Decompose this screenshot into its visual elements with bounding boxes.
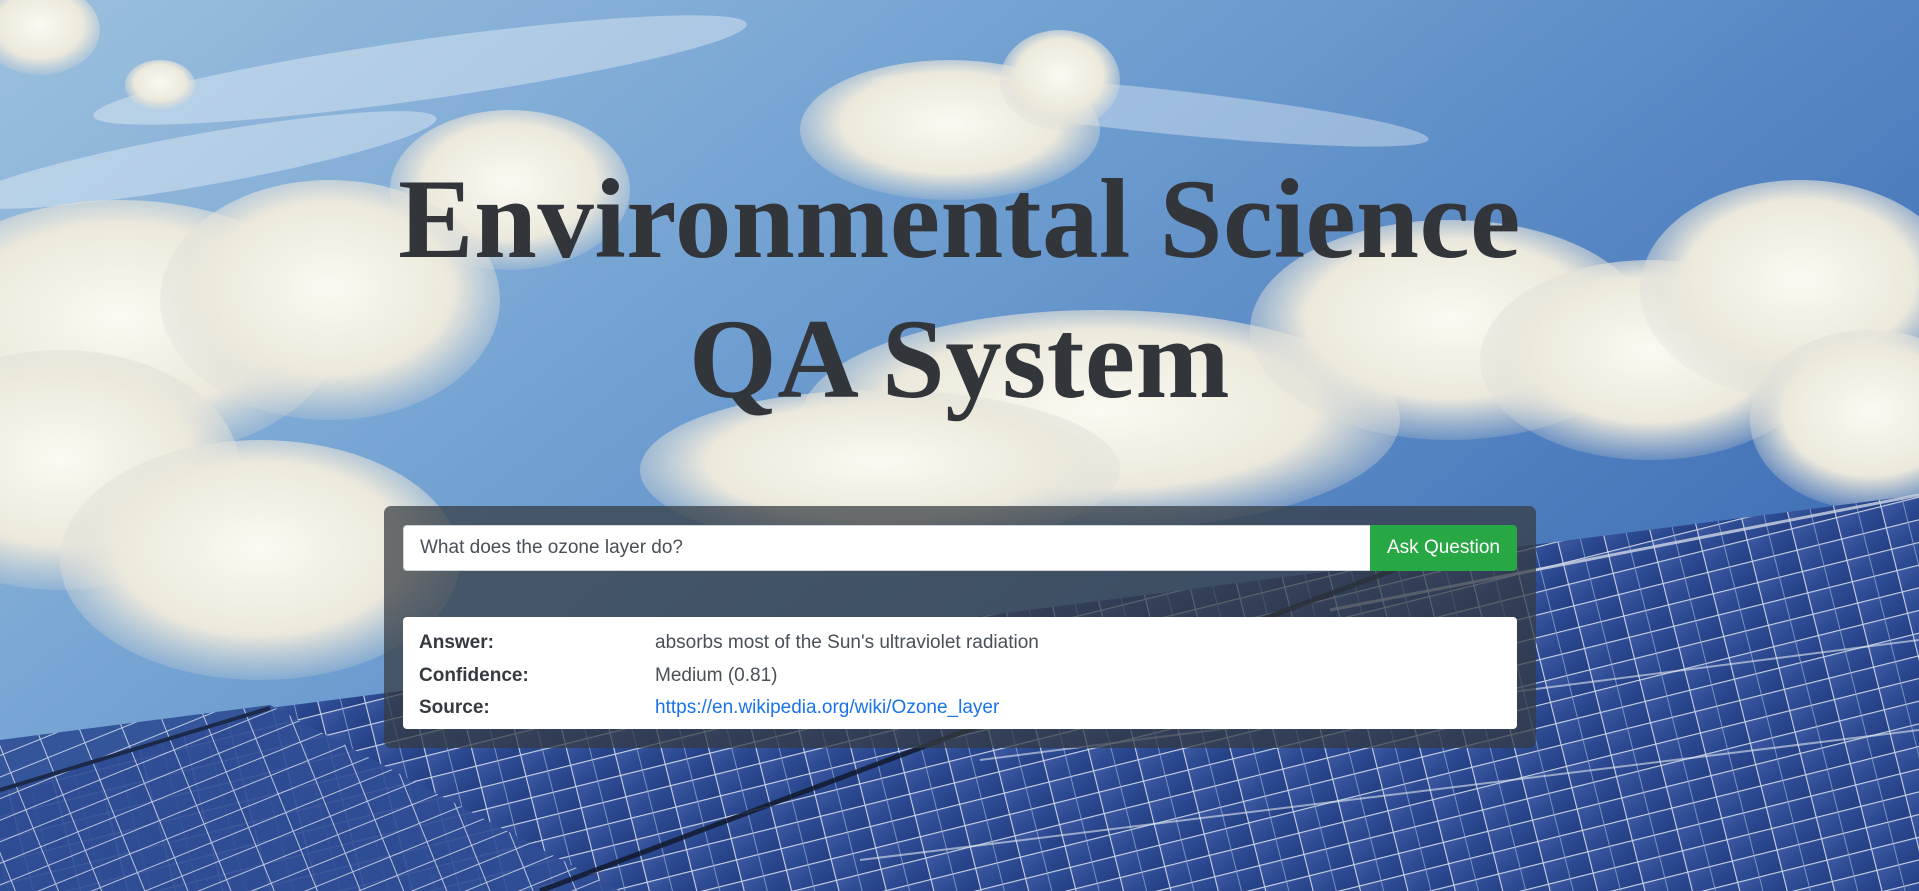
source-link[interactable]: https://en.wikipedia.org/wiki/Ozone_laye… [655,697,999,719]
confidence-value: Medium (0.81) [655,664,778,686]
answer-label: Answer: [419,632,494,654]
question-input[interactable] [403,525,1370,571]
ask-question-button[interactable]: Ask Question [1370,525,1517,571]
background-image [0,0,1919,891]
confidence-row: Confidence: Medium (0.81) [419,660,1501,693]
question-form: Ask Question [403,525,1517,571]
source-label: Source: [419,697,490,719]
answer-row: Answer: absorbs most of the Sun's ultrav… [419,627,1501,660]
answer-card: Answer: absorbs most of the Sun's ultrav… [403,617,1517,729]
answer-value: absorbs most of the Sun's ultraviolet ra… [655,632,1039,654]
page-title: Environmental Science QA System [0,150,1919,430]
page-title-line-2: QA System [688,297,1231,422]
page-title-line-1: Environmental Science [398,157,1521,282]
qa-panel: Ask Question Answer: absorbs most of the… [384,506,1536,748]
source-row: Source: https://en.wikipedia.org/wiki/Oz… [419,692,1501,725]
confidence-label: Confidence: [419,664,529,686]
